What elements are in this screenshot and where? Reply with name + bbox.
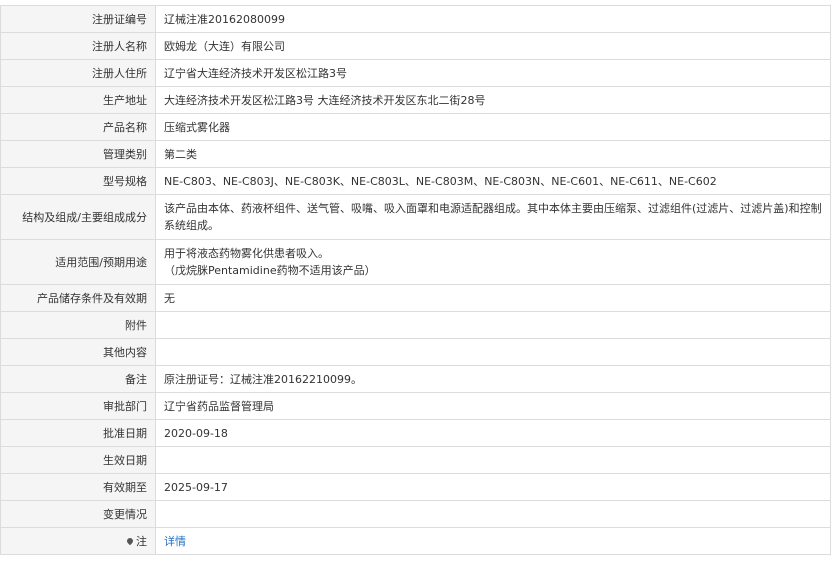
table-row-storage-conditions: 产品储存条件及有效期 无 — [0, 284, 831, 312]
field-value: 详情 — [155, 527, 831, 555]
field-label: 型号规格 — [0, 167, 156, 195]
field-label: 变更情况 — [0, 500, 156, 528]
field-label: 注册人住所 — [0, 59, 156, 87]
field-value: 第二类 — [155, 140, 831, 168]
table-row-product-name: 产品名称 压缩式雾化器 — [0, 113, 831, 141]
table-row-remarks: 备注 原注册证号：辽械注准20162210099。 — [0, 365, 831, 393]
field-value: 辽宁省药品监督管理局 — [155, 392, 831, 420]
table-row-production-address: 生产地址 大连经济技术开发区松江路3号 大连经济技术开发区东北二街28号 — [0, 86, 831, 114]
field-label: 结构及组成/主要组成成分 — [0, 194, 156, 240]
field-label: 产品储存条件及有效期 — [0, 284, 156, 312]
table-row-intended-use: 适用范围/预期用途 用于将液态药物雾化供患者吸入。 （戊烷脒Pentamidin… — [0, 239, 831, 285]
field-value — [155, 500, 831, 528]
table-row-registration-number: 注册证编号 辽械注准20162080099 — [0, 5, 831, 33]
field-label: 附件 — [0, 311, 156, 339]
field-label: 注册人名称 — [0, 32, 156, 60]
field-value — [155, 446, 831, 474]
map-pin-icon — [125, 536, 135, 545]
field-label: 产品名称 — [0, 113, 156, 141]
field-label: 管理类别 — [0, 140, 156, 168]
intended-use-line-1: 用于将液态药物雾化供患者吸入。 — [164, 247, 329, 260]
table-row-note: 注 详情 — [0, 527, 831, 555]
table-row-change-history: 变更情况 — [0, 500, 831, 528]
field-value: 压缩式雾化器 — [155, 113, 831, 141]
field-label: 生产地址 — [0, 86, 156, 114]
registration-info-table: 注册证编号 辽械注准20162080099 注册人名称 欧姆龙（大连）有限公司 … — [0, 5, 831, 555]
field-value: 原注册证号：辽械注准20162210099。 — [155, 365, 831, 393]
table-row-approval-date: 批准日期 2020-09-18 — [0, 419, 831, 447]
note-label: 注 — [136, 534, 147, 548]
table-row-registrant-name: 注册人名称 欧姆龙（大连）有限公司 — [0, 32, 831, 60]
field-label: 适用范围/预期用途 — [0, 239, 156, 285]
table-row-valid-until: 有效期至 2025-09-17 — [0, 473, 831, 501]
field-label: 备注 — [0, 365, 156, 393]
field-label: 注 — [0, 527, 156, 555]
field-label: 有效期至 — [0, 473, 156, 501]
field-label: 审批部门 — [0, 392, 156, 420]
field-value: 欧姆龙（大连）有限公司 — [155, 32, 831, 60]
table-row-registrant-address: 注册人住所 辽宁省大连经济技术开发区松江路3号 — [0, 59, 831, 87]
field-value: NE-C803、NE-C803J、NE-C803K、NE-C803L、NE-C8… — [155, 167, 831, 195]
field-value: 用于将液态药物雾化供患者吸入。 （戊烷脒Pentamidine药物不适用该产品） — [155, 239, 831, 285]
table-row-other-content: 其他内容 — [0, 338, 831, 366]
table-row-structure-composition: 结构及组成/主要组成成分 该产品由本体、药液杯组件、送气管、吸嘴、吸入面罩和电源… — [0, 194, 831, 240]
table-row-management-category: 管理类别 第二类 — [0, 140, 831, 168]
field-value: 辽械注准20162080099 — [155, 5, 831, 33]
field-value: 2025-09-17 — [155, 473, 831, 501]
table-row-effective-date: 生效日期 — [0, 446, 831, 474]
table-row-approval-department: 审批部门 辽宁省药品监督管理局 — [0, 392, 831, 420]
table-row-attachments: 附件 — [0, 311, 831, 339]
field-value: 辽宁省大连经济技术开发区松江路3号 — [155, 59, 831, 87]
intended-use-line-2: （戊烷脒Pentamidine药物不适用该产品） — [164, 264, 376, 277]
field-value — [155, 338, 831, 366]
field-label: 批准日期 — [0, 419, 156, 447]
field-value: 2020-09-18 — [155, 419, 831, 447]
field-value: 大连经济技术开发区松江路3号 大连经济技术开发区东北二街28号 — [155, 86, 831, 114]
field-value: 该产品由本体、药液杯组件、送气管、吸嘴、吸入面罩和电源适配器组成。其中本体主要由… — [155, 194, 831, 240]
field-value — [155, 311, 831, 339]
field-label: 其他内容 — [0, 338, 156, 366]
details-link[interactable]: 详情 — [164, 535, 186, 548]
field-label: 生效日期 — [0, 446, 156, 474]
table-row-model-spec: 型号规格 NE-C803、NE-C803J、NE-C803K、NE-C803L、… — [0, 167, 831, 195]
field-label: 注册证编号 — [0, 5, 156, 33]
field-value: 无 — [155, 284, 831, 312]
